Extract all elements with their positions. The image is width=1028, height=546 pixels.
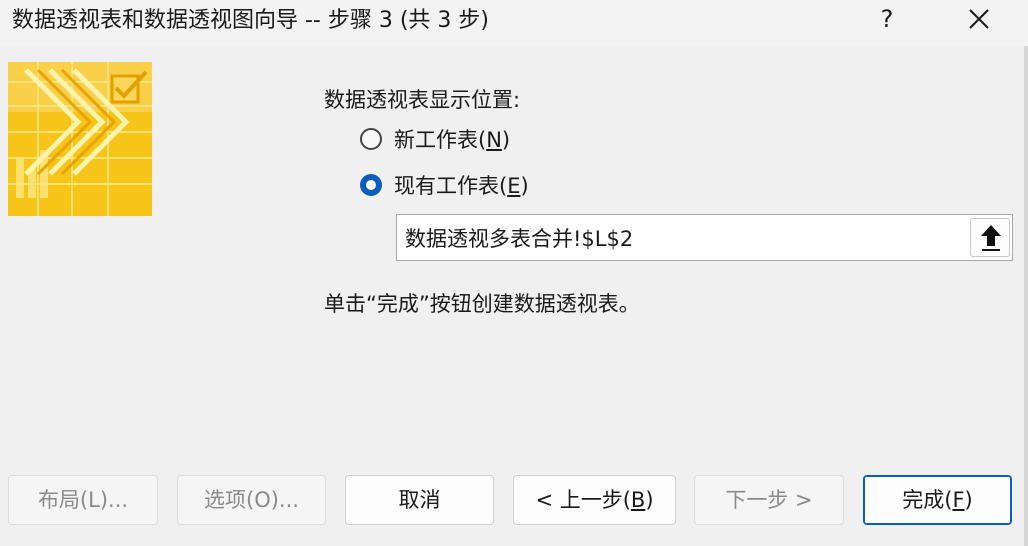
- next-button[interactable]: 下一步 >: [694, 475, 844, 525]
- window-title: 数据透视表和数据透视图向导 -- 步骤 3 (共 3 步): [12, 8, 489, 33]
- layout-button[interactable]: 布局(L)...: [8, 475, 158, 525]
- wizard-illustration: [8, 62, 152, 216]
- finish-hint: 单击“完成”按钮创建数据透视表。: [324, 292, 640, 316]
- title-bar: 数据透视表和数据透视图向导 -- 步骤 3 (共 3 步) ?: [0, 0, 1028, 46]
- radio-existing-worksheet-label: 现有工作表(E): [394, 174, 529, 198]
- window-border: [1024, 46, 1028, 546]
- collapse-dialog-button[interactable]: [970, 218, 1010, 257]
- finish-button[interactable]: 完成(F): [863, 475, 1012, 525]
- close-button[interactable]: [948, 0, 1010, 40]
- options-button[interactable]: 选项(O)...: [177, 475, 326, 525]
- placement-label: 数据透视表显示位置:: [324, 88, 521, 112]
- radio-button-checked[interactable]: [360, 174, 382, 196]
- help-button[interactable]: ?: [872, 0, 902, 40]
- close-icon: [969, 9, 989, 29]
- location-field: [396, 214, 1013, 261]
- radio-button-unchecked[interactable]: [360, 128, 382, 150]
- back-button[interactable]: < 上一步(B): [513, 475, 676, 525]
- location-input[interactable]: [397, 215, 967, 260]
- arrow-up-icon: [981, 225, 1001, 251]
- cancel-button[interactable]: 取消: [345, 475, 494, 525]
- radio-new-worksheet-label: 新工作表(N): [394, 128, 511, 152]
